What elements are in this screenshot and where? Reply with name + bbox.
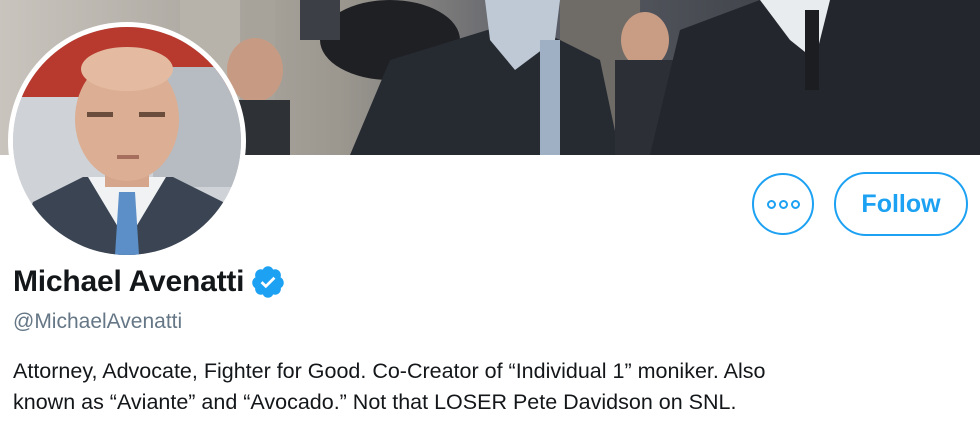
avatar[interactable] xyxy=(8,22,246,260)
bio-line: Attorney, Advocate, Fighter for Good. Co… xyxy=(13,359,766,383)
profile-header: Follow Michael Avenatti @MichaelAvenatti… xyxy=(0,0,980,429)
name-row: Michael Avenatti xyxy=(13,264,286,300)
more-options-button[interactable] xyxy=(752,173,814,235)
more-options-icon xyxy=(766,199,800,209)
user-handle: @MichaelAvenatti xyxy=(13,310,183,333)
display-name: Michael Avenatti xyxy=(13,265,245,298)
bio-line: known as “Aviante” and “Avocado.” Not th… xyxy=(13,390,737,414)
avatar-photo xyxy=(13,27,241,255)
profile-bio: Attorney, Advocate, Fighter for Good. Co… xyxy=(13,356,963,418)
verified-badge-icon xyxy=(250,264,286,300)
follow-button[interactable]: Follow xyxy=(834,172,968,236)
